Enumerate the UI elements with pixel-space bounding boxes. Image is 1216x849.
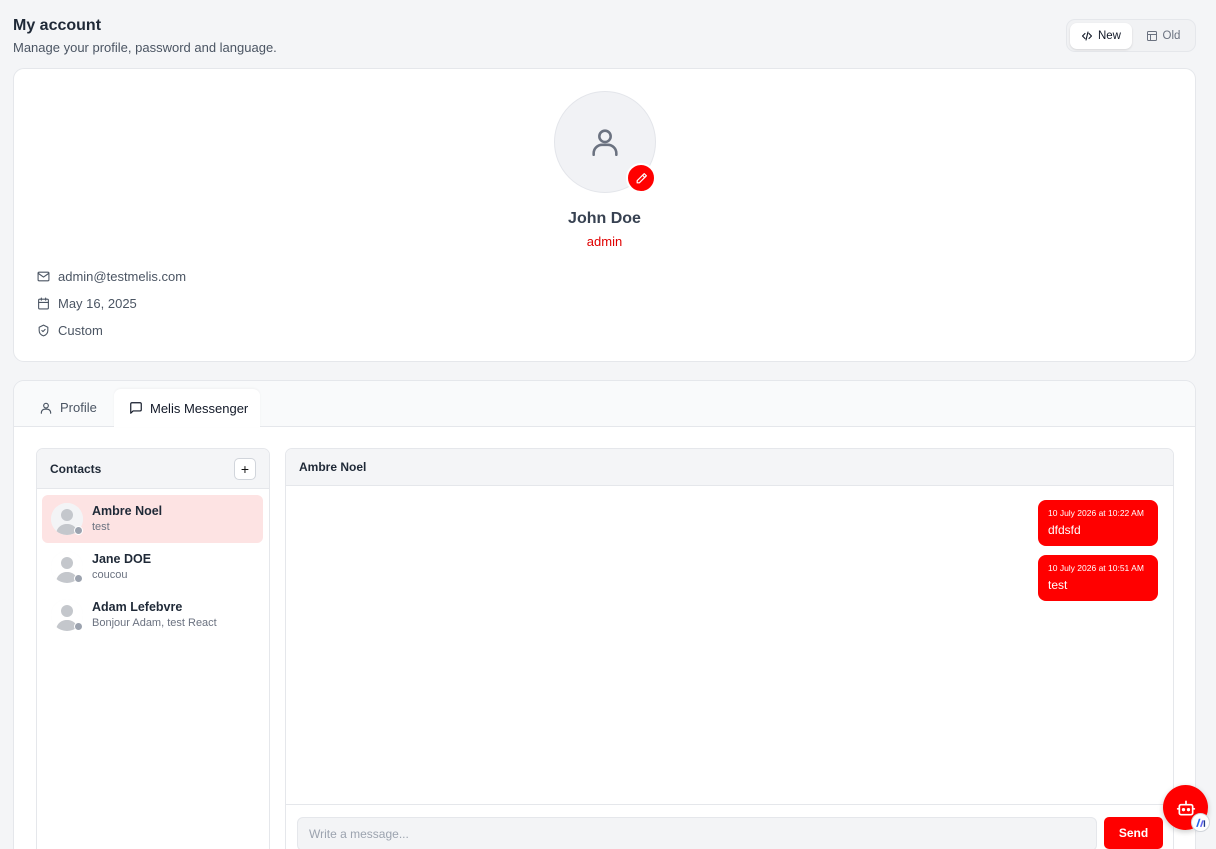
view-old-label: Old [1162, 29, 1181, 42]
page-title: My account [13, 17, 102, 34]
contact-last-message: test [92, 521, 110, 533]
shield-check-icon [38, 324, 49, 337]
contact-name: Ambre Noel [92, 504, 163, 518]
tab-profile[interactable]: Profile [39, 389, 97, 426]
status-dot [74, 574, 83, 583]
tab-messenger-label: Melis Messenger [150, 400, 249, 416]
layout-icon [1146, 30, 1157, 41]
calendar-icon [38, 297, 49, 310]
contact-item[interactable]: Jane DOE coucou [42, 543, 263, 591]
send-button[interactable]: Send [1104, 817, 1163, 849]
user-icon [592, 129, 618, 157]
contact-item[interactable]: Adam Lefebvre Bonjour Adam, test React [42, 591, 263, 639]
message-time: 10 July 2026 at 10:51 AM [1048, 563, 1144, 573]
contacts-header: Contacts + [37, 449, 269, 489]
contact-item[interactable]: Ambre Noel test [42, 495, 263, 543]
message-text: dfdsfd [1048, 523, 1081, 537]
message-input[interactable] [297, 817, 1097, 849]
view-new-button[interactable]: New [1070, 22, 1132, 49]
chat-panel: Ambre Noel 10 July 2026 at 10:22 AM dfds… [285, 448, 1174, 849]
view-new-label: New [1097, 29, 1121, 42]
contact-name: Adam Lefebvre [92, 600, 183, 614]
user-icon [40, 402, 52, 414]
email-text: admin@testmelis.com [58, 269, 187, 284]
permission-row: Custom [37, 323, 103, 338]
contact-name: Jane DOE [92, 552, 152, 566]
message-bubble: 10 July 2026 at 10:22 AM dfdsfd [1038, 500, 1158, 546]
view-toggle: New Old [1066, 19, 1196, 52]
pencil-icon [636, 172, 647, 183]
robot-icon [1176, 800, 1195, 815]
page-header: My account Manage your profile, password… [13, 17, 277, 55]
user-name: John Doe [568, 210, 641, 227]
permission-text: Custom [58, 323, 103, 338]
page-subtitle: Manage your profile, password and langua… [13, 40, 277, 55]
email-row: admin@testmelis.com [37, 269, 186, 284]
code-icon [1081, 30, 1093, 41]
message-bubble: 10 July 2026 at 10:51 AM test [1038, 555, 1158, 601]
date-text: May 16, 2025 [58, 296, 137, 311]
date-row: May 16, 2025 [37, 296, 137, 311]
add-contact-button[interactable]: + [234, 457, 256, 480]
mail-icon [37, 271, 50, 282]
contact-last-message: coucou [92, 569, 128, 581]
edit-avatar-button[interactable] [626, 163, 656, 193]
chat-composer: Send [286, 804, 1173, 849]
tab-profile-label: Profile [60, 400, 97, 415]
user-role: admin [586, 234, 623, 249]
ai-badge-icon [1191, 813, 1210, 832]
status-dot [74, 526, 83, 535]
chat-recipient: Ambre Noel [286, 449, 1173, 486]
contacts-panel: Contacts + Ambre Noel test Jane DOE couc… [36, 448, 270, 849]
ai-logo-icon [1196, 818, 1206, 827]
message-time: 10 July 2026 at 10:22 AM [1048, 508, 1144, 518]
tabs-card: Profile Melis Messenger Contacts + Ambre… [13, 380, 1196, 849]
view-old-button[interactable]: Old [1134, 23, 1192, 49]
tab-messenger[interactable]: Melis Messenger [114, 389, 260, 427]
message-text: test [1048, 578, 1068, 592]
profile-card: John Doe admin admin@testmelis.com May 1… [13, 68, 1196, 362]
tab-bar: Profile Melis Messenger [14, 381, 1195, 427]
status-dot [74, 622, 83, 631]
contact-last-message: Bonjour Adam, test React [92, 617, 217, 629]
contacts-title: Contacts [50, 461, 102, 476]
message-icon [130, 402, 142, 414]
